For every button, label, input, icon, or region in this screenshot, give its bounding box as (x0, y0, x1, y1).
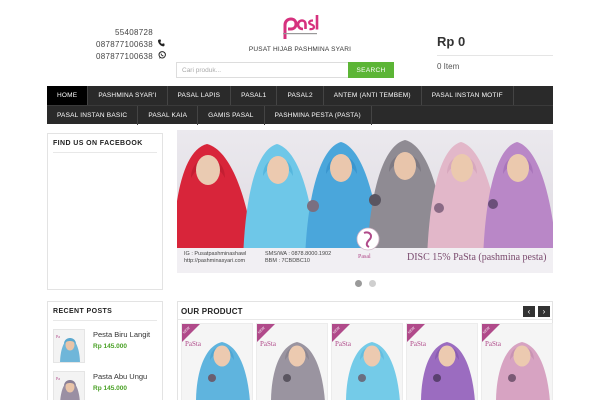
product-card[interactable]: PaSta NEW (406, 323, 478, 400)
search-form: SEARCH (176, 62, 394, 78)
hero-slider[interactable]: IG : Pusatpashminashawl http://pashminas… (177, 130, 553, 273)
facebook-widget: FIND US ON FACEBOOK (47, 133, 163, 290)
product-brand: PaSta (485, 340, 502, 348)
product-brand: PaSta (335, 340, 352, 348)
slider-dot-1[interactable] (355, 280, 362, 287)
product-image: PaSta NEW (182, 324, 252, 400)
post-price: Rp 145.000 (93, 385, 127, 392)
slide-discount-text: DISC 15% PaSta (pashmina pesta) (407, 252, 547, 263)
nav-item-pashmina-pesta[interactable]: PASHMINA PESTA (PASTA) (265, 106, 372, 125)
slide-caption-phone: SMS/WA : 0878.8000.1902 BBM : 7CBDBC10 (265, 251, 331, 264)
nav-item-gamis-pasal[interactable]: GAMIS PASAL (198, 106, 265, 125)
product-image: PaSta NEW (257, 324, 327, 400)
cart-divider (437, 55, 553, 56)
caption-line: SMS/WA : 0878.8000.1902 (265, 251, 332, 257)
post-thumbnail[interactable]: Pa (53, 371, 85, 400)
svg-text:Pa: Pa (56, 376, 60, 381)
product-image: PaSta NEW (332, 324, 402, 400)
contact-phone-mobile: 087877100638 (88, 38, 166, 50)
product-image: PaSta NEW (482, 324, 552, 400)
nav-item-pasal1[interactable]: PASAL1 (231, 86, 278, 105)
product-brand: PaSta (410, 340, 427, 348)
search-input[interactable] (176, 62, 348, 78)
product-carousel: PaSta NEW PaSta NEW PaSta NEW PaSta NEW … (181, 323, 553, 400)
nav-item-pasal-kaia[interactable]: PASAL KAIA (138, 106, 199, 125)
product-card[interactable]: PaSta NEW (256, 323, 328, 400)
whatsapp-icon (157, 51, 166, 61)
main-navigation: HOME PASHMINA SYAR'I PASAL LAPIS PASAL1 … (47, 86, 553, 125)
site-tagline: PUSAT HIJAB PASHMINA SYARI (248, 46, 352, 53)
our-product-section: OUR PRODUCT ‹ › PaSta NEW PaSta NEW PaSt… (177, 301, 553, 400)
product-brand: PaSta (185, 340, 202, 348)
nav-item-pasal-lapis[interactable]: PASAL LAPIS (168, 86, 232, 105)
slide-logo-text: Pasal (358, 254, 371, 260)
nav-item-pashmina-syari[interactable]: PASHMINA SYAR'I (88, 86, 168, 105)
recent-post[interactable]: Pa Pesta Biru Langit Rp 145.000 (53, 329, 157, 363)
nav-item-pasal-instan-motif[interactable]: PASAL INSTAN MOTIF (422, 86, 514, 105)
nav-item-antem[interactable]: ANTEM (ANTI TEMBEM) (324, 86, 422, 105)
product-card[interactable]: PaSta NEW (481, 323, 553, 400)
site-logo[interactable] (281, 14, 321, 41)
contact-list: 55408728 087877100638 087877100638 (88, 26, 166, 62)
recent-posts-widget: RECENT POSTS Pa Pesta Biru Langit Rp 145… (47, 301, 163, 400)
nav-row-primary: HOME PASHMINA SYAR'I PASAL LAPIS PASAL1 … (47, 86, 553, 105)
slide-brand-logo: Pasal (353, 226, 383, 260)
phone-icon (157, 39, 166, 49)
search-button[interactable]: SEARCH (348, 62, 394, 78)
caption-line: http://pashminasyari.com (184, 257, 246, 264)
carousel-prev-button[interactable]: ‹ (523, 306, 535, 317)
post-info: Pesta Biru Langit Rp 145.000 (93, 329, 150, 363)
contact-text: 087877100638 (96, 39, 153, 49)
contact-text: 55408728 (115, 27, 153, 37)
widget-title: FIND US ON FACEBOOK (53, 140, 143, 147)
recent-post[interactable]: Pa Pasta Abu Ungu Rp 145.000 (53, 371, 157, 400)
product-brand: PaSta (260, 340, 277, 348)
slide-caption-contact: IG : Pusatpashminashawl http://pashminas… (184, 251, 246, 264)
post-thumbnail[interactable]: Pa (53, 329, 85, 363)
nav-item-pasal2[interactable]: PASAL2 (277, 86, 324, 105)
post-info: Pasta Abu Ungu Rp 145.000 (93, 371, 147, 400)
divider (53, 152, 157, 153)
contact-whatsapp: 087877100638 (88, 50, 166, 62)
widget-title: RECENT POSTS (53, 308, 113, 315)
svg-text:Pa: Pa (56, 334, 60, 339)
post-title[interactable]: Pesta Biru Langit (93, 330, 150, 339)
product-card[interactable]: PaSta NEW (181, 323, 253, 400)
section-title: OUR PRODUCT (181, 307, 243, 316)
nav-row-secondary: PASAL INSTAN BASIC PASAL KAIA GAMIS PASA… (47, 105, 553, 125)
nav-item-home[interactable]: HOME (47, 86, 89, 105)
contact-phone-landline: 55408728 (88, 26, 166, 38)
caption-line: BBM : 7CBDBC10 (265, 257, 310, 264)
slider-pagination (355, 280, 376, 287)
carousel-next-button[interactable]: › (538, 306, 550, 317)
caption-line: IG : Pusatpashminashawl (184, 251, 247, 257)
contact-text: 087877100638 (96, 51, 153, 61)
cart-widget[interactable]: Rp 0 0 Item (437, 34, 553, 71)
slider-dot-2[interactable] (369, 280, 376, 287)
nav-item-pasal-instan-basic[interactable]: PASAL INSTAN BASIC (47, 106, 139, 125)
cart-total[interactable]: Rp 0 (437, 34, 553, 49)
product-image: PaSta NEW (407, 324, 477, 400)
post-title[interactable]: Pasta Abu Ungu (93, 372, 147, 381)
post-price: Rp 145.000 (93, 343, 127, 350)
divider (53, 320, 157, 321)
product-card[interactable]: PaSta NEW (331, 323, 403, 400)
cart-item-count[interactable]: 0 Item (437, 62, 553, 71)
divider (178, 319, 552, 320)
